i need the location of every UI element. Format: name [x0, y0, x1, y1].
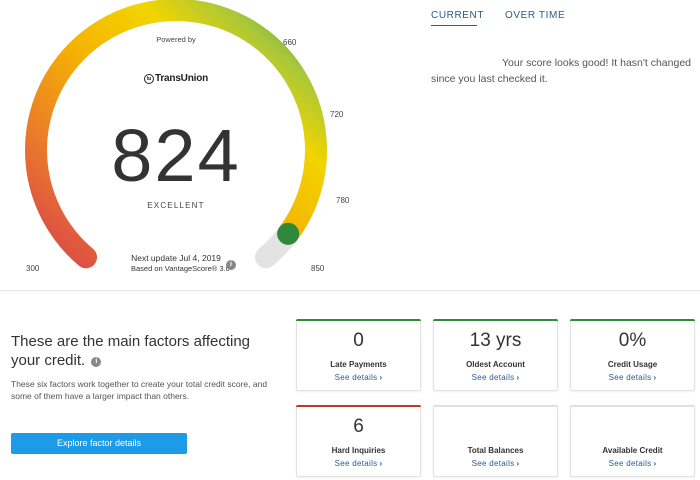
factor-value: 0% — [618, 330, 647, 351]
chevron-right-icon: › — [379, 373, 383, 382]
factors-description: These six factors work together to creat… — [11, 379, 268, 401]
powered-by-label: Powered by — [156, 35, 196, 44]
gauge-indicator — [277, 222, 300, 245]
chevron-right-icon: › — [653, 373, 657, 382]
see-details-label: See details — [608, 373, 652, 382]
score-model-text: Based on VantageScore® 3.0 — [131, 264, 230, 273]
factor-label: Total Balances — [467, 446, 524, 455]
factor-card-available-credit[interactable]: Available Credit See details › — [570, 405, 695, 477]
transunion-label: TransUnion — [155, 73, 209, 84]
see-details-link[interactable]: See details › — [571, 373, 694, 382]
factor-label: Oldest Account — [466, 360, 525, 369]
see-details-label: See details — [471, 373, 515, 382]
score-status-message: Your score looks good! It hasn't changed… — [431, 55, 691, 87]
factor-card-total-balances[interactable]: Total Balances See details › — [433, 405, 558, 477]
factor-card-late-payments[interactable]: 0 Late Payments See details › — [296, 319, 421, 391]
see-details-link[interactable]: See details › — [297, 459, 420, 468]
see-details-label: See details — [334, 459, 378, 468]
card-status-bar — [570, 405, 695, 407]
factor-label: Hard Inquiries — [331, 446, 386, 455]
factor-value: 0 — [353, 330, 364, 351]
transunion-logo: tu TransUnion — [144, 73, 208, 84]
chevron-right-icon: › — [516, 459, 520, 468]
card-status-bar — [433, 319, 558, 321]
chevron-right-icon: › — [653, 459, 657, 468]
transunion-mark-icon: tu — [144, 73, 154, 84]
score-status-line-2: since you last checked it. — [431, 73, 548, 85]
section-divider — [0, 290, 700, 291]
see-details-label: See details — [334, 373, 378, 382]
chevron-right-icon: › — [516, 373, 520, 382]
active-tab-indicator — [431, 25, 477, 26]
card-status-bar — [570, 319, 695, 321]
factor-card-credit-usage[interactable]: 0% Credit Usage See details › — [570, 319, 695, 391]
factors-heading-text: These are the main factors affecting you… — [11, 333, 251, 369]
card-status-bar — [296, 319, 421, 321]
tick-label-780: 780 — [336, 196, 350, 205]
factor-value: 13 yrs — [469, 330, 522, 351]
factor-label: Available Credit — [602, 446, 663, 455]
see-details-link[interactable]: See details › — [434, 459, 557, 468]
tick-label-300: 300 — [26, 264, 40, 273]
factor-label: Late Payments — [330, 360, 387, 369]
credit-score-value: 824 — [111, 114, 241, 197]
next-update-text: Next update Jul 4, 2019 — [131, 253, 221, 263]
see-details-link[interactable]: See details › — [571, 459, 694, 468]
tick-label-850: 850 — [311, 264, 325, 273]
card-status-bar — [296, 405, 421, 407]
see-details-link[interactable]: See details › — [297, 373, 420, 382]
explore-factor-details-button[interactable]: Explore factor details — [11, 433, 187, 454]
score-status-line-1: Your score looks good! It hasn't changed — [502, 57, 691, 69]
info-icon[interactable]: i — [91, 357, 102, 367]
tab-current[interactable]: CURRENT — [431, 10, 484, 21]
card-status-bar — [433, 405, 558, 407]
factor-value: 6 — [353, 416, 364, 437]
factor-card-hard-inquiries[interactable]: 6 Hard Inquiries See details › — [296, 405, 421, 477]
score-rating: EXCELLENT — [147, 201, 205, 210]
info-icon[interactable]: i — [226, 260, 236, 270]
tick-label-720: 720 — [330, 110, 344, 119]
factor-label: Credit Usage — [607, 360, 658, 369]
factors-heading: These are the main factors affecting you… — [11, 332, 271, 370]
chevron-right-icon: › — [379, 459, 383, 468]
see-details-link[interactable]: See details › — [434, 373, 557, 382]
factor-card-oldest-account[interactable]: 13 yrs Oldest Account See details › — [433, 319, 558, 391]
see-details-label: See details — [471, 459, 515, 468]
tab-over-time[interactable]: OVER TIME — [505, 10, 565, 21]
credit-score-gauge: Powered by tu TransUnion 824 EXCELLENT N… — [0, 0, 380, 290]
tick-label-660: 660 — [283, 38, 297, 47]
see-details-label: See details — [608, 459, 652, 468]
